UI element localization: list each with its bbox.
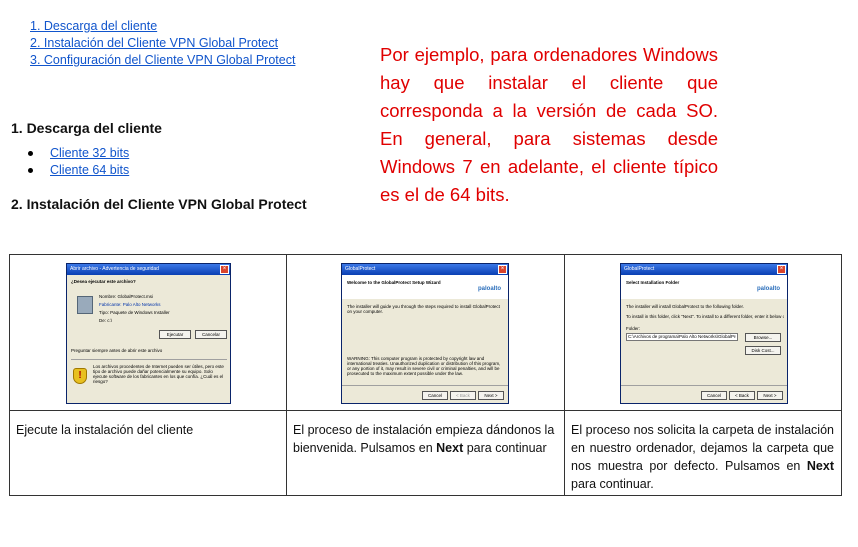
wizard-body: The installer will guide you through the… <box>347 304 500 314</box>
ask-checkbox-label: Preguntar siempre antes de abrir este ar… <box>71 348 163 353</box>
table-cell-screenshot-2: GlobalProtect × Welcome to the GlobalProt… <box>287 255 565 410</box>
close-icon: × <box>777 265 786 274</box>
red-note: Por ejemplo, para ordenadores Windows ha… <box>380 41 718 209</box>
list-item: Cliente 64 bits <box>28 162 129 179</box>
wizard-body-1: The installer will install GlobalProtect… <box>626 304 745 309</box>
dialog-titlebar: GlobalProtect × <box>342 264 508 275</box>
next-button: Next > <box>478 391 504 400</box>
caption-text: para continuar. <box>571 477 654 491</box>
divider <box>71 359 227 360</box>
copyright-warning: WARNING: This computer program is protec… <box>347 356 501 376</box>
toc-link-descarga[interactable]: 1. Descarga del cliente <box>30 18 295 35</box>
caption-bold-next: Next <box>436 441 464 455</box>
list-item: Cliente 32 bits <box>28 145 129 162</box>
divider <box>342 385 508 386</box>
disk-cost-button: Disk Cost... <box>745 346 781 355</box>
table-cell-screenshot-3: GlobalProtect × Select Installation Folde… <box>565 255 842 410</box>
shield-warning-icon: ! <box>73 368 87 384</box>
browse-button: Browse... <box>745 333 781 342</box>
wizard-title: Welcome to the GlobalProtect Setup Wizar… <box>347 280 441 285</box>
download-list: Cliente 32 bits Cliente 64 bits <box>28 145 129 179</box>
table-cell-screenshot-1: Abrir archivo - Advertencia de seguridad… <box>10 255 287 410</box>
caption-text: El proceso nos solicita la carpeta de in… <box>571 423 834 473</box>
caption-bold-next: Next <box>806 459 834 473</box>
caption-welcome: El proceso de instalación empieza dándon… <box>287 411 564 457</box>
divider <box>621 385 787 386</box>
setup-wizard-dialog: GlobalProtect × Welcome to the GlobalProt… <box>341 263 509 404</box>
wizard-body-2: To install in this folder, click "Next".… <box>626 314 784 319</box>
caption-row: Ejecute la instalación del cliente El pr… <box>10 411 841 496</box>
file-name: Nombre: GlobalProtect.msi <box>99 294 154 299</box>
caption-folder: El proceso nos solicita la carpeta de in… <box>565 411 842 493</box>
dialog-title: Abrir archivo - Advertencia de seguridad <box>70 266 159 272</box>
install-folder-dialog: GlobalProtect × Select Installation Folde… <box>620 263 788 404</box>
screenshot-row: Abrir archivo - Advertencia de seguridad… <box>10 255 841 411</box>
note-text: Por ejemplo, para ordenadores Windows ha… <box>380 44 718 205</box>
instructions-table: Abrir archivo - Advertencia de seguridad… <box>9 254 842 496</box>
paloalto-logo: paloalto <box>757 286 781 292</box>
dialog-question: ¿Desea ejecutar este archivo? <box>71 279 136 284</box>
folder-value: C:\Archivos de programa\Palo Alto Networ… <box>628 334 736 339</box>
bullet-icon <box>28 168 33 173</box>
run-button: Ejecutar <box>159 330 191 339</box>
paloalto-logo: paloalto <box>478 286 502 292</box>
warning-text: Los archivos procedentes de Internet pue… <box>93 364 224 384</box>
dialog-title: GlobalProtect <box>345 266 376 272</box>
cancel-button: Cancelar <box>195 330 227 339</box>
section-heading-descarga: 1. Descarga del cliente <box>11 120 162 136</box>
security-warning-dialog: Abrir archivo - Advertencia de seguridad… <box>66 263 231 404</box>
table-cell-caption-1: Ejecute la instalación del cliente <box>10 411 287 496</box>
back-button: < Back <box>450 391 476 400</box>
back-button: < Back <box>729 391 755 400</box>
table-cell-caption-2: El proceso de instalación empieza dándon… <box>287 411 565 496</box>
dialog-titlebar: Abrir archivo - Advertencia de seguridad… <box>67 264 230 275</box>
section-heading-instalacion: 2. Instalación del Cliente VPN Global Pr… <box>11 196 307 212</box>
dialog-title: GlobalProtect <box>624 266 655 272</box>
publisher: Fabricante: Palo Alto Networks <box>99 302 161 307</box>
close-icon: × <box>498 265 507 274</box>
program-icon <box>77 296 93 314</box>
table-of-contents: 1. Descarga del cliente 2. Instalación d… <box>30 18 295 69</box>
toc-link-instalacion[interactable]: 2. Instalación del Cliente VPN Global Pr… <box>30 35 295 52</box>
dialog-titlebar: GlobalProtect × <box>621 264 787 275</box>
wizard-title: Select Installation Folder <box>626 280 680 285</box>
close-icon: × <box>220 265 229 274</box>
table-cell-caption-3: El proceso nos solicita la carpeta de in… <box>565 411 842 496</box>
toc-link-configuracion[interactable]: 3. Configuración del Cliente VPN Global … <box>30 52 295 69</box>
caption-run-installer: Ejecute la instalación del cliente <box>16 423 194 437</box>
folder-label: Folder: <box>626 326 641 331</box>
cancel-button: Cancel <box>701 391 727 400</box>
cancel-button: Cancel <box>422 391 448 400</box>
bullet-icon <box>28 151 33 156</box>
file-source: De: c:\ <box>99 318 113 323</box>
file-type: Tipo: Paquete de Windows Installer <box>99 310 170 315</box>
link-client-32[interactable]: Cliente 32 bits <box>50 145 129 162</box>
caption-text: para continuar <box>463 441 547 455</box>
link-client-64[interactable]: Cliente 64 bits <box>50 162 129 179</box>
next-button: Next > <box>757 391 783 400</box>
